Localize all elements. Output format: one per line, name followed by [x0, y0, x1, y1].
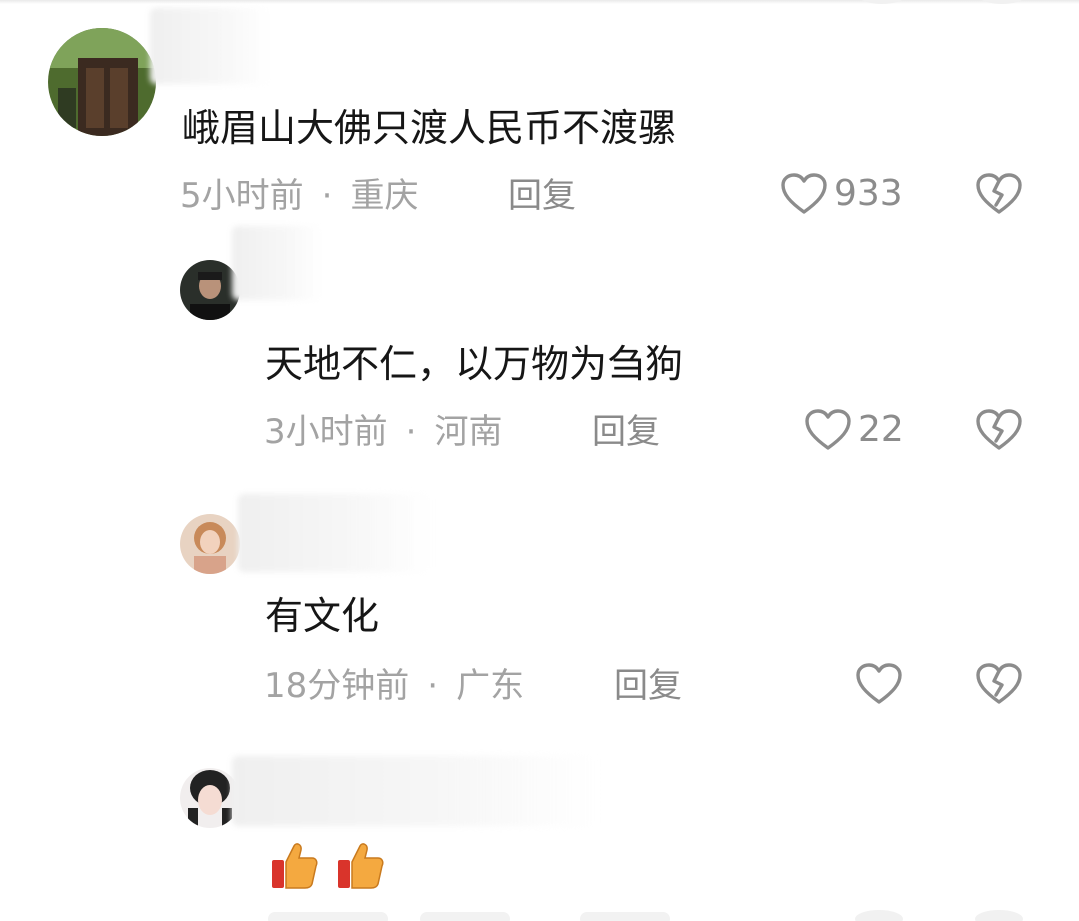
comment-time: 3小时前 — [264, 412, 388, 452]
like-button[interactable] — [855, 662, 909, 706]
comment-location: 广东 — [456, 666, 525, 706]
cut-off-meta — [580, 912, 670, 921]
top-divider — [0, 0, 1079, 4]
comment-text: 峨眉山大佛只渡人民币不渡骡 — [182, 106, 677, 150]
username-blurred[interactable] — [238, 494, 432, 572]
comment-time: 5小时前 — [180, 176, 304, 216]
reply-button[interactable]: 回复 — [592, 412, 660, 452]
avatar-image — [48, 28, 156, 136]
meta-separator: · — [405, 412, 417, 452]
like-button[interactable]: 22 — [804, 408, 904, 452]
broken-heart-icon — [976, 409, 1022, 450]
avatar-image — [180, 260, 240, 320]
comment-emojis — [268, 840, 386, 892]
dislike-button[interactable] — [975, 408, 1023, 452]
avatar[interactable] — [180, 260, 240, 320]
thumbs-up-icon — [338, 843, 384, 889]
cut-off-icon — [975, 910, 1023, 921]
cut-off-meta — [420, 912, 510, 921]
comment-meta: 5小时前 · 重庆 — [180, 176, 418, 216]
comment-feed: 峨眉山大佛只渡人民币不渡骡 5小时前 · 重庆 回复 933 天地不仁，以万物为刍狗… — [0, 0, 1079, 921]
thumbs-up-icon — [272, 843, 318, 889]
dislike-button[interactable] — [975, 662, 1023, 706]
username-blurred[interactable] — [232, 226, 322, 300]
cut-off-icon — [855, 910, 903, 921]
meta-separator: · — [321, 176, 333, 216]
avatar-image — [180, 514, 240, 574]
comment-meta: 3小时前 · 河南 — [264, 412, 502, 452]
meta-separator: · — [427, 666, 439, 706]
comment-location: 河南 — [434, 412, 503, 452]
username-blurred[interactable] — [232, 756, 598, 826]
comment-location: 重庆 — [350, 176, 419, 216]
broken-heart-icon — [976, 173, 1022, 214]
like-count: 22 — [858, 409, 904, 450]
heart-outline-icon — [856, 663, 902, 704]
reply-button[interactable]: 回复 — [614, 666, 682, 706]
avatar-image — [180, 768, 240, 828]
avatar[interactable] — [48, 28, 156, 136]
like-count: 933 — [834, 173, 903, 214]
comment-meta: 18分钟前 · 广东 — [264, 666, 524, 706]
comment-text: 天地不仁，以万物为刍狗 — [265, 342, 684, 386]
cut-off-meta — [268, 912, 388, 921]
reply-button[interactable]: 回复 — [508, 176, 576, 216]
like-button[interactable]: 933 — [780, 172, 903, 216]
username-blurred[interactable] — [150, 8, 270, 84]
comment-time: 18分钟前 — [264, 666, 410, 706]
dislike-button[interactable] — [975, 172, 1023, 216]
comment-text: 有文化 — [265, 594, 380, 638]
avatar[interactable] — [180, 768, 240, 828]
broken-heart-icon — [976, 663, 1022, 704]
avatar[interactable] — [180, 514, 240, 574]
heart-outline-icon — [805, 409, 851, 450]
heart-outline-icon — [781, 173, 827, 214]
